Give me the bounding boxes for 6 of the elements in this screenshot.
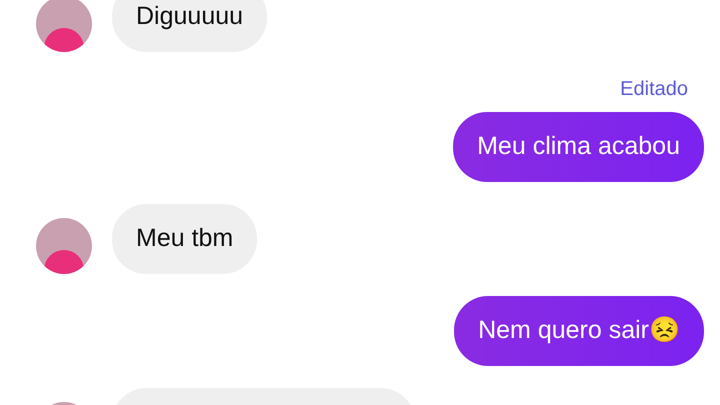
sent-message-bubble: Nem quero sair😣 <box>454 296 704 366</box>
received-message-bubble: Diguuuuu <box>112 0 268 52</box>
avatar <box>36 0 92 52</box>
received-message-bubble: Meu tbm <box>112 204 258 274</box>
edited-label: Editado <box>620 77 689 102</box>
sent-message-bubble: Meu clima acabou <box>453 112 704 182</box>
